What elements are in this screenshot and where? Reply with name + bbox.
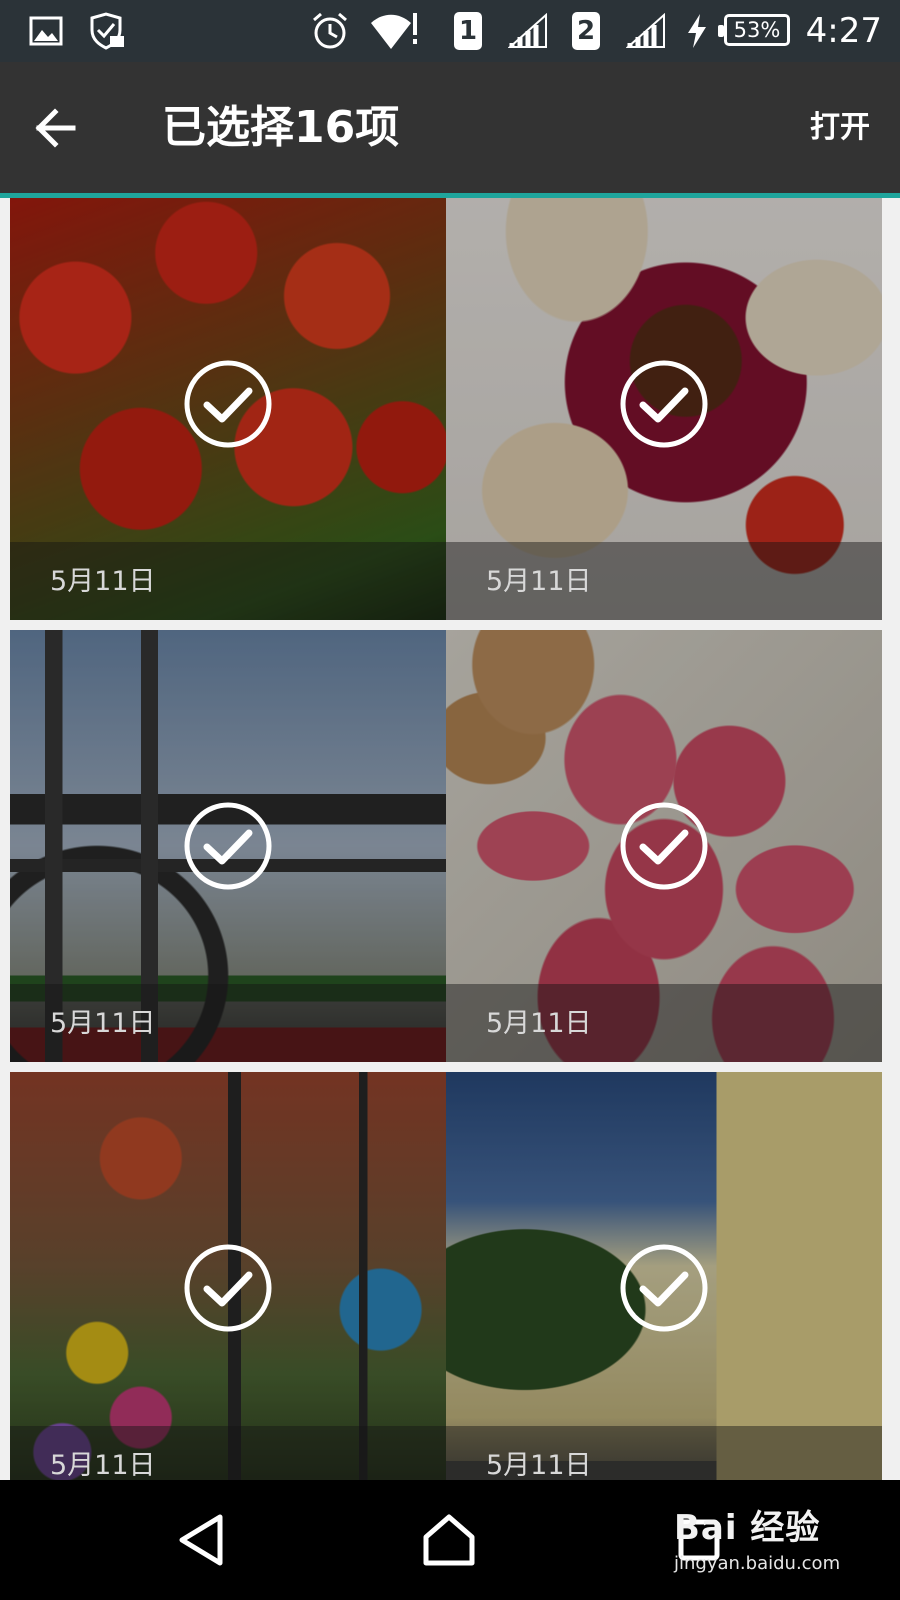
sim1-icon: 1: [452, 10, 484, 52]
photo-date: 5月11日: [50, 1008, 156, 1039]
photo-date: 5月11日: [486, 1450, 592, 1480]
watermark-logo-text: Bai 经验: [674, 1508, 821, 1548]
back-button[interactable]: [20, 88, 90, 168]
signal-icon: [506, 10, 550, 52]
charging-icon: [682, 10, 712, 52]
photo-date: 5月11日: [50, 1450, 156, 1480]
photo-date: 5月11日: [50, 566, 156, 597]
photo-date: 5月11日: [486, 1008, 592, 1039]
status-bar: 1 2 53% 4:27: [0, 0, 900, 62]
photo-tile-building[interactable]: 5月11日: [446, 1072, 882, 1480]
app-bar: 已选择16项 打开: [0, 62, 900, 198]
check-circle-icon[interactable]: [619, 801, 709, 891]
home-icon: [423, 1514, 475, 1566]
check-circle-icon[interactable]: [619, 359, 709, 449]
check-circle-icon[interactable]: [183, 359, 273, 449]
photo-tile-scallops[interactable]: 5月11日: [446, 198, 882, 620]
check-circle-icon[interactable]: [183, 801, 273, 891]
sim2-icon: 2: [570, 10, 602, 52]
page-title: 已选择16项: [162, 102, 400, 153]
photo-date: 5月11日: [486, 566, 592, 597]
battery-percent: 53%: [733, 18, 781, 42]
nav-home-button[interactable]: [414, 1508, 484, 1572]
triangle-back-icon: [179, 1514, 223, 1566]
battery-indicator: 53%: [718, 14, 790, 46]
signal-icon: [624, 10, 668, 52]
back-arrow-icon: [35, 108, 76, 148]
check-circle-icon[interactable]: [619, 1243, 709, 1333]
photo-tile-market[interactable]: 5月11日: [10, 1072, 446, 1480]
photo-tile-eiffel-tower[interactable]: 5月11日: [10, 630, 446, 1062]
photo-tile-tomatoes[interactable]: 5月11日: [10, 198, 446, 620]
alarm-icon: [308, 10, 352, 52]
wifi-icon: [368, 10, 420, 52]
check-circle-icon[interactable]: [183, 1243, 273, 1333]
clock: 4:27: [805, 11, 882, 51]
nav-back-button[interactable]: [166, 1508, 236, 1572]
watermark-url: jingyan.baidu.com: [674, 1553, 841, 1574]
photo-tile-macarons[interactable]: 5月11日: [446, 630, 882, 1062]
navigation-bar: Bai 经验 jingyan.baidu.com: [0, 1480, 900, 1600]
shield-check-icon: [84, 10, 128, 52]
photo-grid: 5月11日 5月11日 5月11日 5月11日 5月11日 5月11日: [0, 198, 900, 1480]
open-button[interactable]: 打开: [810, 106, 870, 150]
baidu-jingyan-watermark: Bai 经验 jingyan.baidu.com: [674, 1506, 864, 1582]
gallery-icon: [26, 10, 66, 52]
